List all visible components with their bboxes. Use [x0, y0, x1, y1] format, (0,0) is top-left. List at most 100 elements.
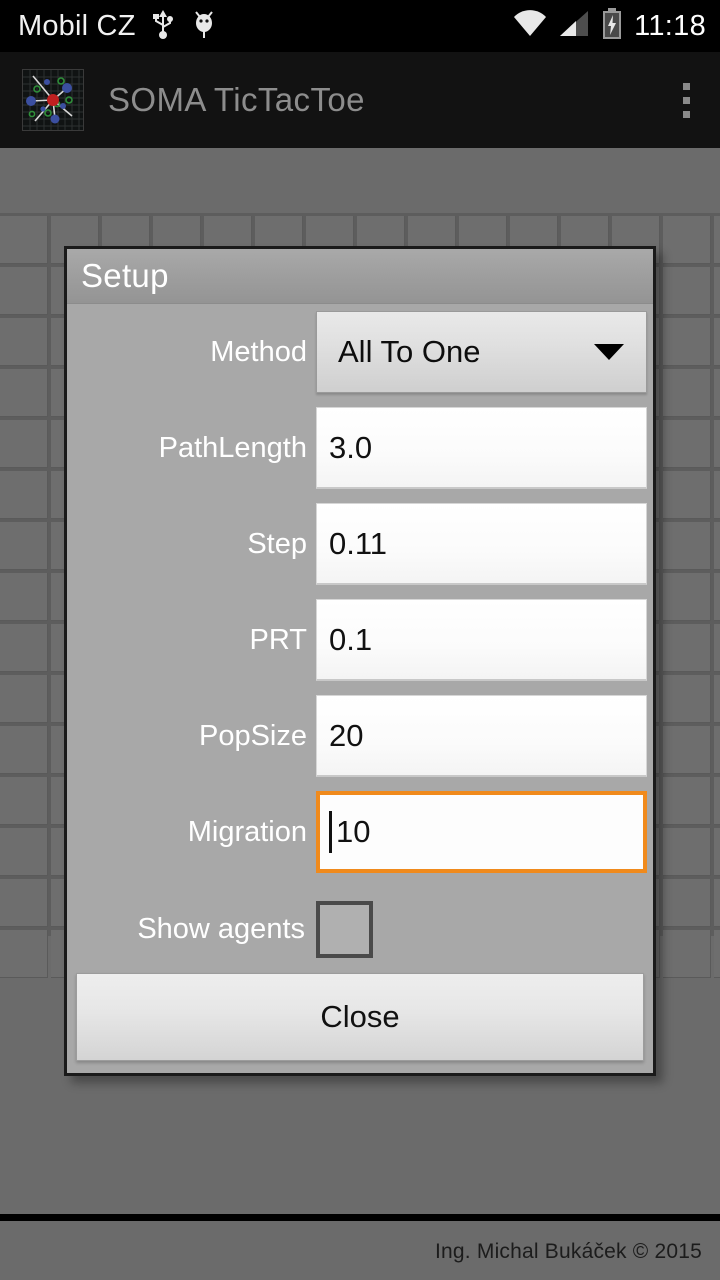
- prt-value: 0.1: [329, 621, 373, 657]
- board-cell[interactable]: [663, 420, 711, 468]
- overflow-menu-icon[interactable]: [672, 75, 700, 125]
- board-cell[interactable]: [0, 522, 48, 570]
- board-cell[interactable]: [0, 318, 48, 366]
- board-cell[interactable]: [714, 726, 720, 774]
- row-show-agents: Show agents: [67, 880, 653, 978]
- board-cell[interactable]: [0, 420, 48, 468]
- board-cell[interactable]: [714, 420, 720, 468]
- board-cell[interactable]: [714, 267, 720, 315]
- board-cell[interactable]: [663, 675, 711, 723]
- board-cell[interactable]: [714, 675, 720, 723]
- board-cell[interactable]: [0, 726, 48, 774]
- step-field-wrap: 0.11: [316, 503, 653, 585]
- board-cell[interactable]: [714, 471, 720, 519]
- board-cell[interactable]: [0, 216, 48, 264]
- board-cell[interactable]: [714, 777, 720, 825]
- board-cell[interactable]: [0, 930, 48, 978]
- board-cell[interactable]: [663, 573, 711, 621]
- board-cell[interactable]: [0, 777, 48, 825]
- battery-charging-icon: [601, 7, 623, 45]
- board-cell[interactable]: [714, 522, 720, 570]
- prt-input[interactable]: 0.1: [316, 599, 647, 681]
- row-method: Method All To One: [67, 304, 653, 400]
- chevron-down-icon: [594, 344, 624, 360]
- row-migration: Migration 10: [67, 784, 653, 880]
- row-pathlength: PathLength 3.0: [67, 400, 653, 496]
- step-value: 0.11: [329, 525, 388, 561]
- board-cell[interactable]: [663, 930, 711, 978]
- show-agents-label: Show agents: [137, 912, 305, 945]
- migration-value: 10: [336, 814, 371, 849]
- board-cell[interactable]: [663, 216, 711, 264]
- method-spinner[interactable]: All To One: [316, 311, 647, 393]
- migration-input[interactable]: 10: [316, 791, 647, 873]
- board-cell[interactable]: [663, 726, 711, 774]
- board-cell[interactable]: [714, 318, 720, 366]
- status-right-group: 11:18: [513, 7, 706, 45]
- step-input[interactable]: 0.11: [316, 503, 647, 585]
- board-cell[interactable]: [663, 267, 711, 315]
- prt-label: PRT: [249, 623, 307, 656]
- pathlength-label: PathLength: [158, 431, 307, 464]
- board-cell[interactable]: [714, 828, 720, 876]
- board-cell[interactable]: [0, 675, 48, 723]
- board-cell[interactable]: [714, 624, 720, 672]
- method-field-wrap: All To One: [316, 311, 653, 393]
- action-bar: SOMA TicTacToe: [0, 52, 720, 148]
- show-agents-checkbox[interactable]: [316, 900, 373, 958]
- board-cell[interactable]: [714, 879, 720, 927]
- step-label: Step: [247, 527, 307, 560]
- prt-field-wrap: 0.1: [316, 599, 653, 681]
- dialog-header: Setup: [67, 249, 653, 304]
- popsize-label: PopSize: [198, 719, 307, 752]
- dialog-title: Setup: [81, 257, 169, 294]
- carrier-label: Mobil CZ: [18, 9, 136, 42]
- method-label: Method: [210, 335, 307, 368]
- migration-field-wrap: 10: [316, 791, 653, 873]
- board-cell[interactable]: [0, 471, 48, 519]
- board-cell[interactable]: [663, 624, 711, 672]
- board-cell[interactable]: [714, 216, 720, 264]
- cell-signal-icon: [558, 10, 590, 43]
- board-cell[interactable]: [0, 369, 48, 417]
- pathlength-field-wrap: 3.0: [316, 407, 653, 489]
- text-caret: [329, 811, 332, 853]
- bottom-divider: [0, 1214, 720, 1221]
- pathlength-input[interactable]: 3.0: [316, 407, 647, 489]
- android-debug-icon: [192, 8, 216, 45]
- wifi-icon: [513, 9, 547, 43]
- dialog-body: Method All To One PathLength 3.0 Step 0.…: [67, 304, 653, 978]
- pathlength-value: 3.0: [329, 429, 373, 465]
- close-button[interactable]: Close: [76, 973, 644, 1061]
- popsize-field-wrap: 20: [316, 695, 653, 777]
- migration-label: Migration: [187, 815, 307, 848]
- board-cell[interactable]: [0, 828, 48, 876]
- board-cell[interactable]: [0, 573, 48, 621]
- app-title: SOMA TicTacToe: [108, 81, 365, 118]
- method-value: All To One: [338, 334, 481, 369]
- board-cell[interactable]: [663, 828, 711, 876]
- board-cell[interactable]: [663, 318, 711, 366]
- soma-swarm-logo-icon: [22, 69, 84, 131]
- board-cell[interactable]: [663, 471, 711, 519]
- setup-dialog: Setup Method All To One PathLength 3.0 S…: [64, 246, 656, 1076]
- board-cell[interactable]: [0, 624, 48, 672]
- row-prt: PRT 0.1: [67, 592, 653, 688]
- board-cell[interactable]: [663, 369, 711, 417]
- board-cell[interactable]: [663, 879, 711, 927]
- board-cell[interactable]: [663, 522, 711, 570]
- board-cell[interactable]: [714, 573, 720, 621]
- board-cell[interactable]: [714, 930, 720, 978]
- status-bar: Mobil CZ 11:18: [0, 0, 720, 52]
- row-step: Step 0.11: [67, 496, 653, 592]
- row-popsize: PopSize 20: [67, 688, 653, 784]
- board-cell[interactable]: [0, 879, 48, 927]
- board-cell[interactable]: [714, 369, 720, 417]
- board-cell[interactable]: [663, 777, 711, 825]
- board-cell[interactable]: [0, 267, 48, 315]
- clock-label: 11:18: [634, 9, 706, 42]
- popsize-input[interactable]: 20: [316, 695, 647, 777]
- footer-credit: Ing. Michal Bukáček © 2015: [435, 1240, 702, 1263]
- usb-icon: [152, 8, 174, 45]
- popsize-value: 20: [329, 717, 364, 753]
